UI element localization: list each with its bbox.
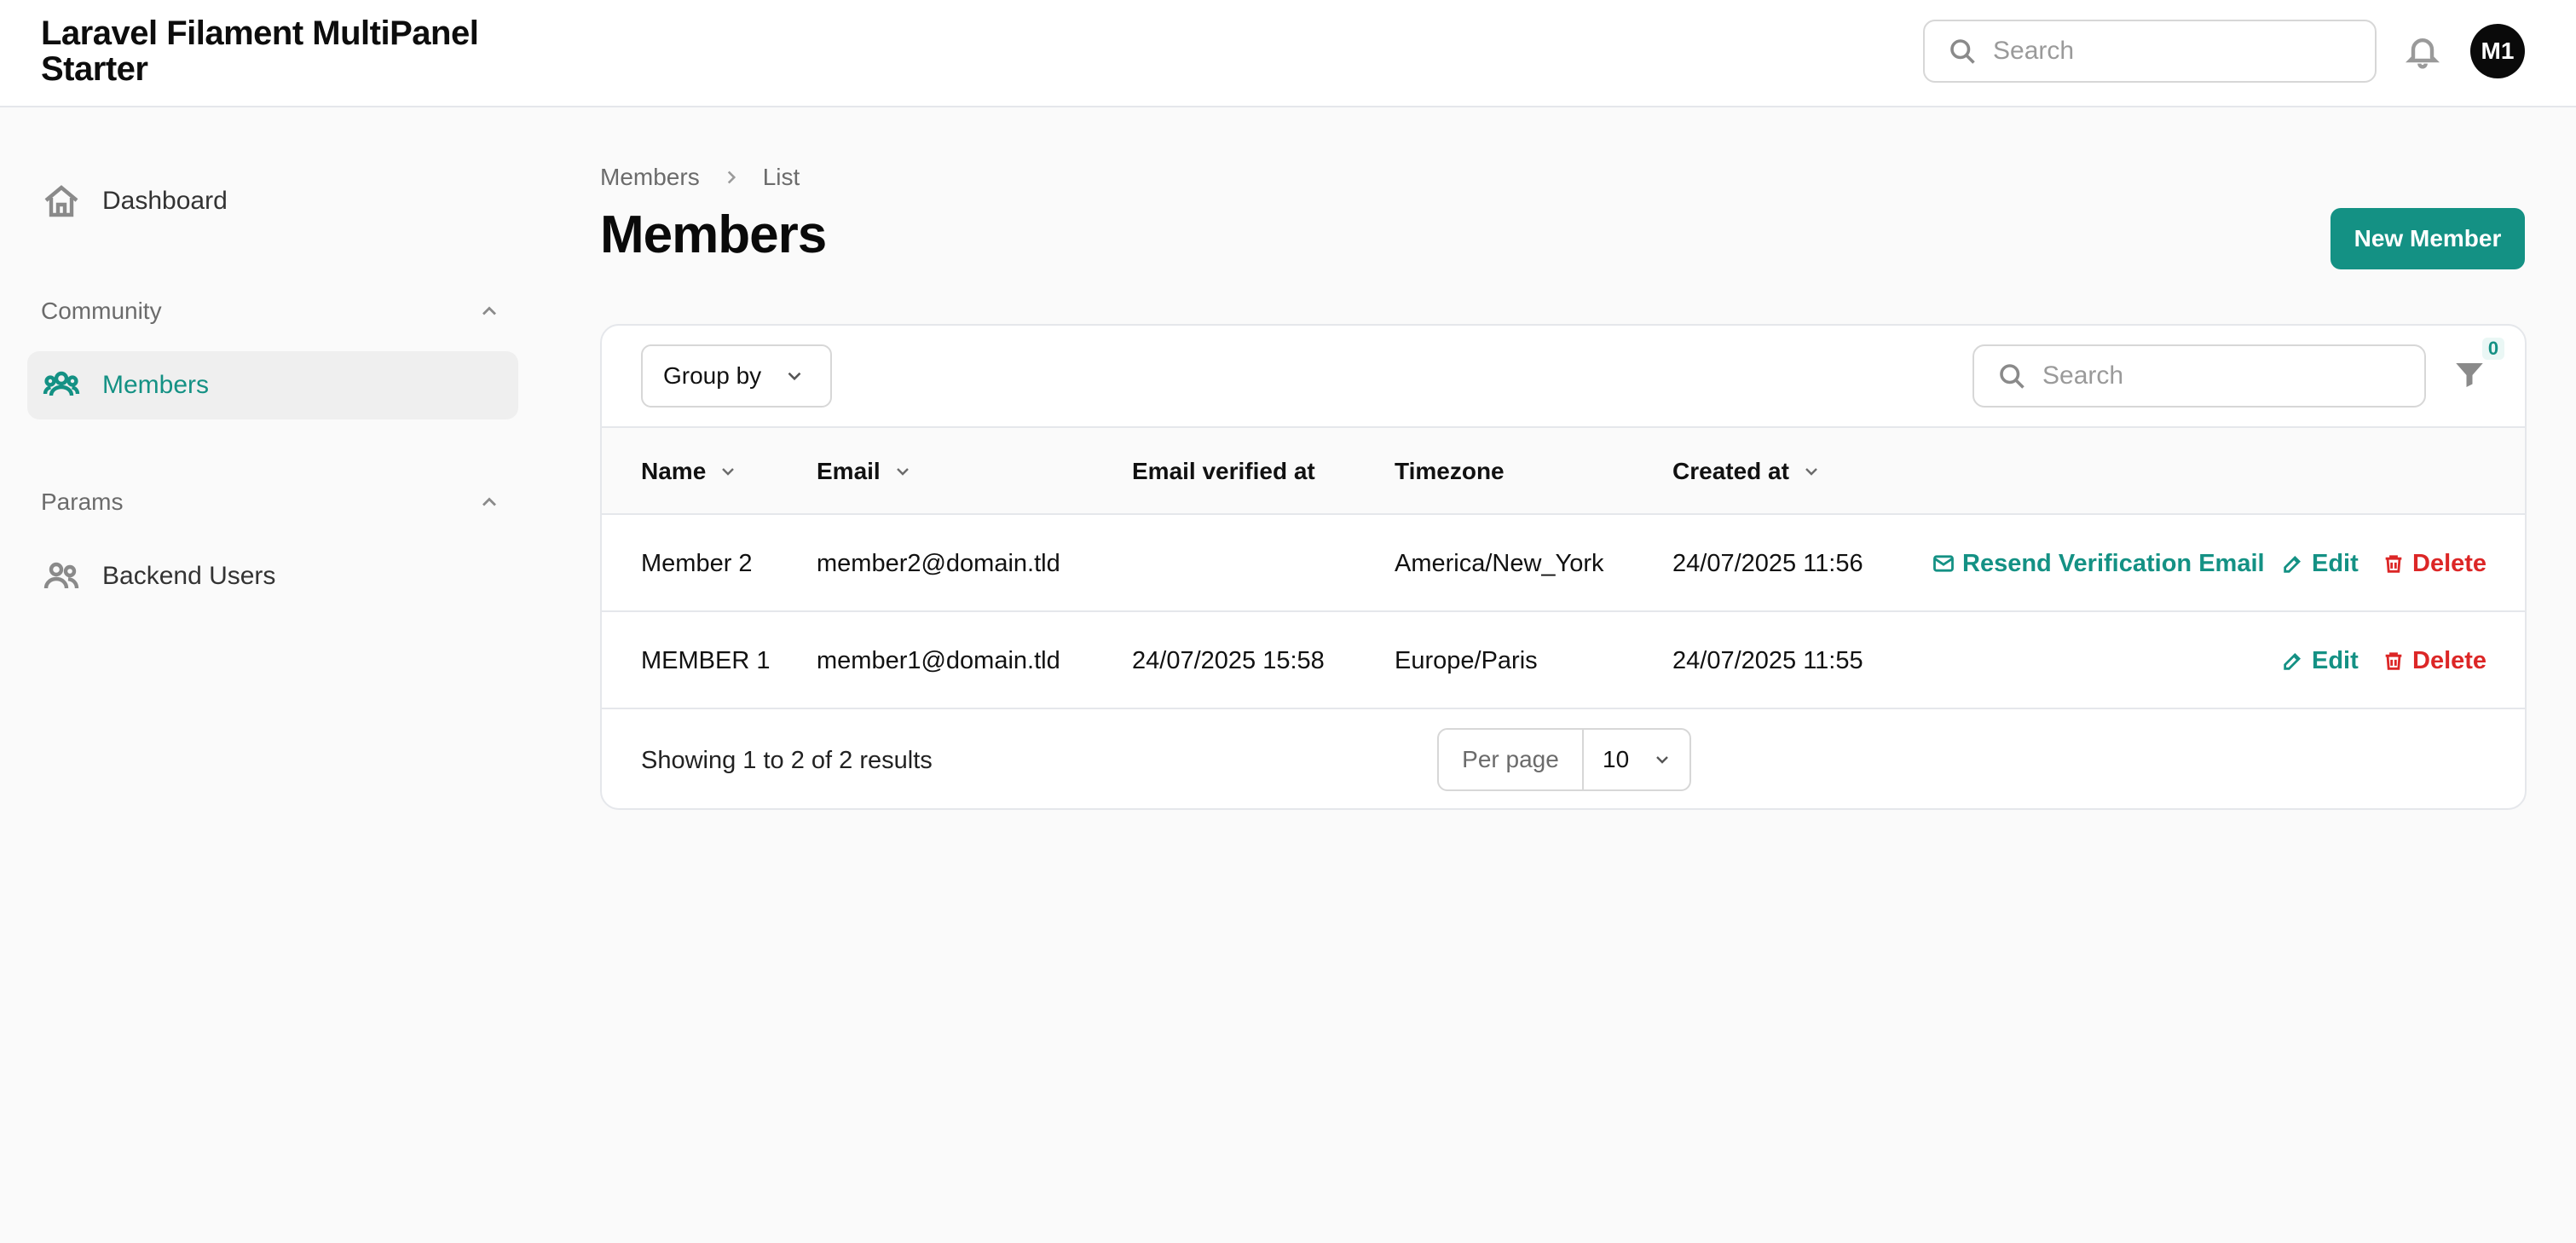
filter-icon [2456,363,2483,387]
users-icon [43,562,79,589]
column-header-created-at[interactable]: Created at [1672,428,1822,515]
users-icon [43,371,80,396]
delete-button[interactable]: Delete [2382,612,2486,709]
delete-button[interactable]: Delete [2382,515,2486,612]
column-header-email[interactable]: Email [817,428,913,515]
table-search-input[interactable]: Search [1972,344,2426,408]
column-header-name[interactable]: Name [641,428,738,515]
members-table-card: Group by Search 0 Name Email Email verif… [600,324,2527,810]
filter-count-badge: 0 [2482,338,2504,360]
table-search-placeholder: Search [2042,361,2124,390]
chevron-down-icon [1805,468,1817,476]
global-search-input[interactable]: Search [1923,20,2377,83]
table-row[interactable]: Member 2 member2@domain.tld America/New_… [602,515,2525,612]
sidebar-group-label: Community [41,298,162,324]
per-page-value[interactable]: 10 [1584,746,1689,773]
column-header-label: Name [641,458,707,484]
table-header: Name Email Email verified at Timezone Cr… [602,428,2525,515]
sidebar-item-label: Backend Users [102,562,276,590]
sidebar-group-label: Params [41,489,124,515]
cell-created-at: 24/07/2025 11:56 [1672,549,1863,577]
sidebar-group-params[interactable]: Params [41,483,501,522]
chevron-down-icon [1656,756,1668,764]
search-icon [2000,364,2024,389]
cell-name: Member 2 [641,549,753,577]
global-search-placeholder: Search [1993,37,2075,65]
table-footer: Showing 1 to 2 of 2 results Per page 10 [602,709,2525,808]
cell-email: member1@domain.tld [817,646,1060,674]
topbar: Laravel Filament MultiPanel Starter Sear… [0,0,2576,107]
action-label: Delete [2412,549,2487,577]
edit-icon [2284,556,2301,573]
edit-button[interactable]: Edit [2281,515,2359,612]
page-title: Members [600,205,827,264]
edit-button[interactable]: Edit [2281,612,2359,709]
column-header-email-verified-at: Email verified at [1132,428,1315,515]
cell-timezone: America/New_York [1395,549,1604,577]
chevron-down-icon [722,468,735,476]
home-icon [44,185,78,217]
column-header-label: Email verified at [1132,458,1315,484]
chevron-up-icon [482,306,496,315]
sidebar-group-community[interactable]: Community [41,292,501,331]
breadcrumb: Members List [600,160,800,194]
action-label: Delete [2412,646,2487,674]
cell-timezone: Europe/Paris [1395,646,1538,674]
cell-created-at: 24/07/2025 11:55 [1672,646,1863,674]
breadcrumb-item-list[interactable]: List [763,164,800,191]
column-header-label: Created at [1672,458,1789,484]
per-page-label: Per page [1439,730,1584,789]
user-avatar[interactable]: M1 [2470,24,2525,78]
per-page-select[interactable]: Per page 10 [1437,728,1691,791]
sidebar-item-members[interactable]: Members [27,351,518,419]
table-row[interactable]: MEMBER 1 member1@domain.tld 24/07/2025 1… [602,612,2525,709]
chevron-down-icon [896,468,909,476]
cell-email-verified-at: 24/07/2025 15:58 [1132,646,1325,674]
chevron-down-icon [788,372,801,381]
action-label: Edit [2312,646,2359,674]
action-label: Edit [2312,549,2359,577]
cell-name: MEMBER 1 [641,646,771,674]
column-header-label: Email [817,458,881,484]
cell-email: member2@domain.tld [817,549,1060,577]
sidebar-item-backend-users[interactable]: Backend Users [27,542,518,610]
sidebar: Dashboard Community Members Params Backe… [0,109,546,1243]
filter-button[interactable] [2452,356,2487,394]
sidebar-item-dashboard[interactable]: Dashboard [27,167,518,235]
trash-icon [2385,555,2402,573]
per-page-value-text: 10 [1603,746,1630,772]
results-summary: Showing 1 to 2 of 2 results [641,746,933,774]
mail-icon [1933,555,1954,572]
column-header-timezone: Timezone [1395,428,1505,515]
sidebar-item-label: Dashboard [102,187,228,215]
table-toolbar: Group by Search 0 [602,326,2525,428]
breadcrumb-item-members[interactable]: Members [600,164,700,191]
new-member-button[interactable]: New Member [2331,208,2525,269]
column-header-label: Timezone [1395,458,1505,484]
chevron-right-icon [727,171,736,184]
app-title[interactable]: Laravel Filament MultiPanel Starter [41,15,518,87]
sidebar-item-label: Members [102,371,210,399]
group-by-select[interactable]: Group by [641,344,832,408]
group-by-label: Group by [663,362,762,389]
bell-icon [2406,38,2440,69]
chevron-up-icon [482,497,496,506]
trash-icon [2385,652,2402,670]
resend-verification-email-button[interactable]: Resend Verification Email [1932,515,2265,612]
search-icon [1950,39,1975,64]
action-label: Resend Verification Email [1962,549,2265,577]
notifications-button[interactable] [2404,31,2441,72]
edit-icon [2284,653,2301,670]
